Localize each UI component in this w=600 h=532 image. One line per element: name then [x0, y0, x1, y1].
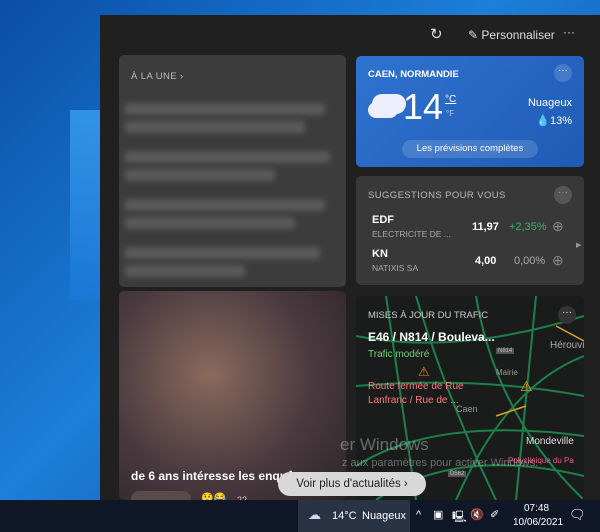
cloud-icon: ☁ [308, 507, 321, 522]
volume-muted-icon[interactable]: 🔇 [470, 508, 484, 521]
add-stock-icon[interactable]: ⊕ [552, 252, 564, 269]
map-label: Mairie [496, 368, 518, 377]
temperature-value: 14 [403, 86, 444, 127]
map-label: D562 [448, 471, 467, 477]
stock-row-kn[interactable]: KN NATIXIS SA 4,00 0,00% ⊕ [372, 248, 572, 278]
activation-watermark-hint: z aux paramètres pour activer Windows. [342, 457, 539, 469]
stock-name: ELECTRICITE DE ... [372, 229, 451, 239]
weather-location: CAEN, NORMANDIE [368, 69, 459, 80]
warning-icon: ⚠ [520, 378, 533, 394]
add-stock-icon[interactable]: ⊕ [552, 218, 564, 235]
precipitation-value: 13% [549, 115, 572, 127]
clock-time[interactable]: 07:48 [524, 503, 549, 514]
weather-card[interactable]: CAEN, NORMANDIE ··· 14 °C °F Nuageux 💧13… [356, 56, 584, 167]
traffic-road: E46 / N814 / Bouleva... [368, 330, 495, 344]
carousel-next-icon[interactable]: ▶ [576, 241, 581, 249]
full-forecast-button[interactable]: Les prévisions complètes [402, 140, 538, 158]
pencil-icon: ✎ [468, 28, 482, 42]
suggestions-more-button[interactable]: ··· [554, 186, 572, 204]
weather-condition: Nuageux [527, 97, 572, 109]
warning-icon: ⚠ [418, 364, 430, 379]
taskbar-weather-button[interactable]: ☁ 14°C Nuageux [298, 500, 410, 532]
more-news-label: Voir plus d'actualités [296, 478, 401, 490]
stock-symbol: EDF [372, 214, 394, 226]
map-label: Mondeville [526, 436, 574, 447]
stock-change: 0,00% [514, 255, 546, 267]
clock-date[interactable]: 10/06/2021 [513, 517, 563, 528]
stock-name: NATIXIS SA [372, 263, 419, 273]
refresh-icon[interactable]: ↻ [430, 25, 443, 43]
stock-change: +2,35% [509, 221, 547, 233]
notifications-icon[interactable]: 🗨 [569, 507, 586, 523]
like-button[interactable] [131, 491, 191, 500]
network-icon[interactable]: 🖳 [452, 508, 467, 527]
more-icon[interactable]: ··· [563, 25, 575, 39]
traffic-card[interactable]: MISES À JOUR DU TRAFIC ··· E46 / N814 / … [356, 296, 584, 500]
celsius-toggle[interactable]: °C [445, 94, 456, 105]
widgets-topbar: ↻ ✎ Personnaliser ··· [100, 15, 600, 55]
top-stories-card[interactable]: À LA UNE › [119, 55, 346, 287]
chevron-right-icon: › [403, 478, 408, 490]
pen-icon[interactable]: ✐ [490, 508, 499, 521]
weather-more-button[interactable]: ··· [554, 64, 572, 82]
taskbar: ☁ 14°C Nuageux ^ ▣ 🖳 🔇 ✐ 07:48 10/06/202… [0, 500, 600, 532]
reaction-emoji-icon: 😲😂 [201, 493, 226, 500]
customize-button[interactable]: ✎ Personnaliser [468, 28, 555, 42]
stock-price: 4,00 [475, 255, 497, 267]
more-news-button[interactable]: Voir plus d'actualités › [278, 472, 426, 496]
fahrenheit-toggle[interactable]: °F [446, 109, 454, 118]
suggestions-card: SUGGESTIONS POUR VOUS ··· EDF ELECTRICIT… [356, 176, 584, 285]
traffic-header: MISES À JOUR DU TRAFIC [368, 310, 489, 321]
customize-label: Personnaliser [481, 28, 555, 42]
stock-symbol: KN [372, 248, 388, 260]
map-label: N814 [496, 348, 515, 354]
activation-watermark: er Windows [340, 435, 429, 454]
traffic-more-button[interactable]: ··· [558, 306, 576, 324]
suggestions-header: SUGGESTIONS POUR VOUS [368, 190, 506, 201]
droplet-icon: 💧 [536, 115, 550, 127]
cloud-icon [368, 102, 398, 118]
stock-row-edf[interactable]: EDF ELECTRICITE DE ... 11,97 +2,35% ⊕ [372, 214, 572, 244]
news-image-card[interactable]: de 6 ans intéresse les enquê 😲😂 22 [119, 291, 346, 500]
news-headline[interactable]: de 6 ans intéresse les enquê [131, 469, 294, 483]
widgets-panel: ↻ ✎ Personnaliser ··· À LA UNE › de 6 an… [100, 15, 600, 500]
top-stories-header[interactable]: À LA UNE › [131, 71, 184, 82]
meet-now-icon[interactable]: ▣ [433, 508, 443, 521]
taskbar-temperature: 14°C [332, 510, 357, 522]
map-label: Hérouville [550, 340, 584, 351]
chevron-up-icon[interactable]: ^ [416, 509, 421, 521]
map-label: Caen [456, 404, 478, 414]
stock-price: 11,97 [472, 221, 499, 233]
taskbar-condition: Nuageux [362, 510, 407, 522]
traffic-status: Trafic modéré [368, 349, 430, 360]
